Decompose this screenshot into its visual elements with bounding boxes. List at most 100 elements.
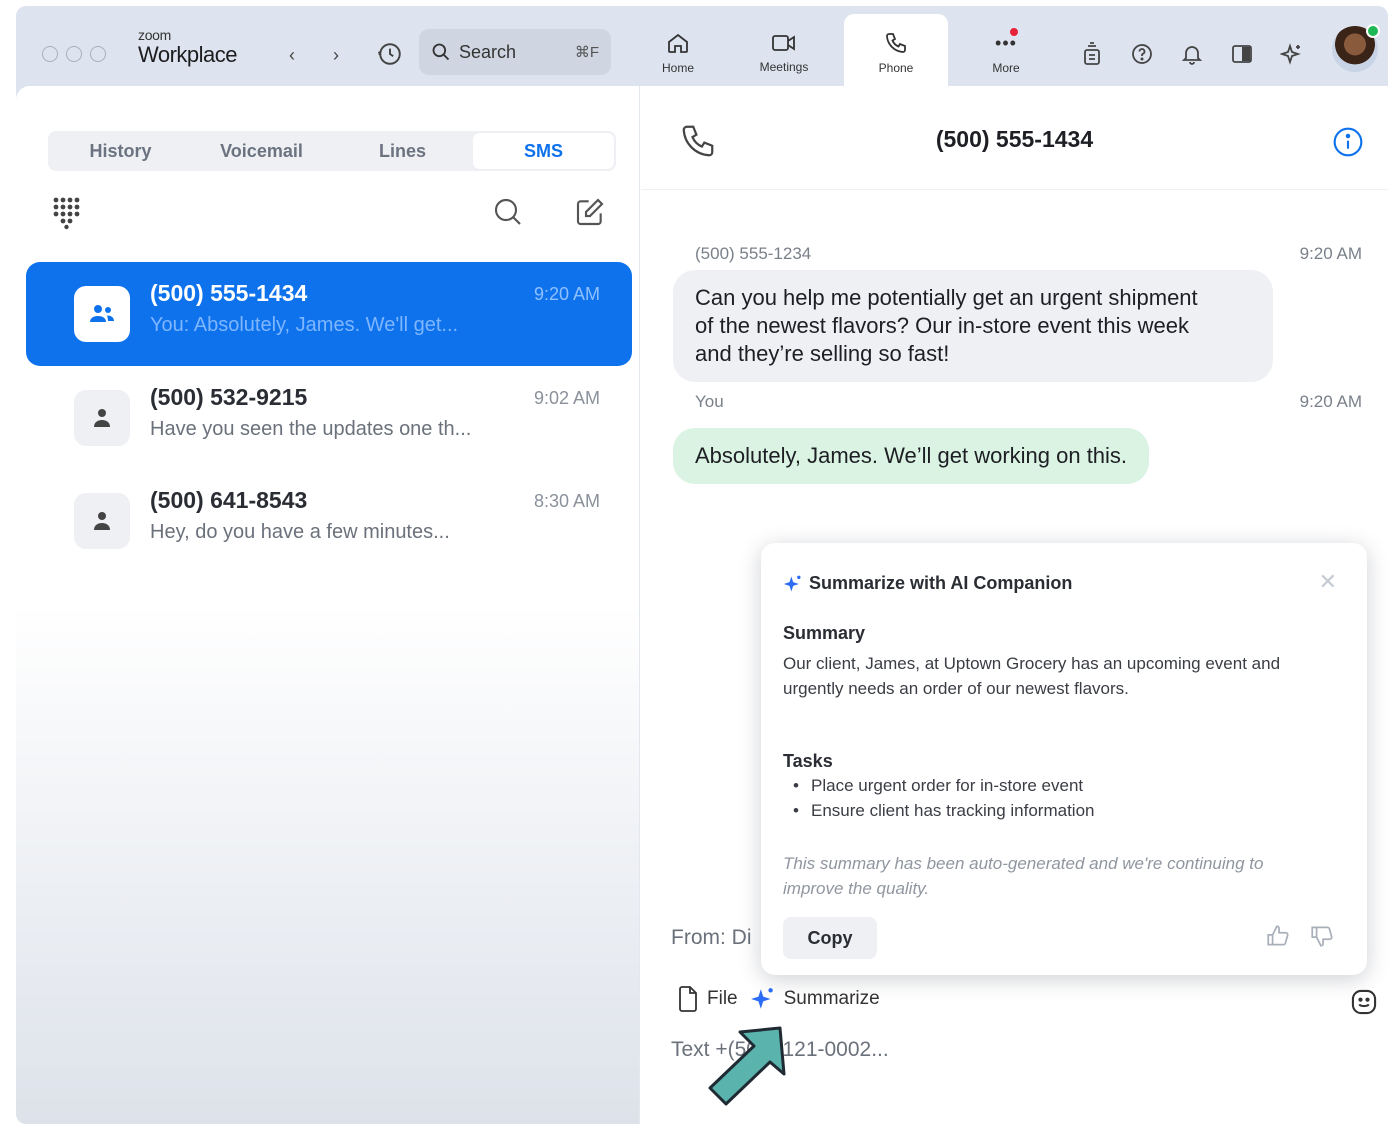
message-line: Can you help me potentially get an urgen… (695, 285, 1198, 310)
minimize-window-button[interactable] (66, 46, 82, 62)
conversation-item[interactable]: (500) 532-9215 9:02 AM Have you seen the… (26, 366, 632, 470)
history-icon (377, 43, 401, 65)
tab-lines[interactable]: Lines (332, 133, 473, 169)
notification-dot (1010, 28, 1018, 36)
group-icon (90, 305, 114, 322)
help-icon (1132, 44, 1152, 64)
nav-more[interactable]: ••• More (956, 14, 1056, 92)
phone-tabs: History Voicemail Lines SMS (48, 131, 616, 171)
message-sender: (500) 555-1234 (695, 244, 812, 263)
chevron-left-icon: ‹ (289, 44, 295, 65)
dialpad-icon[interactable] (52, 196, 80, 230)
help-button[interactable] (1124, 36, 1160, 72)
copy-button[interactable]: Copy (783, 917, 877, 959)
conversation-item[interactable]: (500) 555-1434 9:20 AM You: Absolutely, … (26, 262, 632, 366)
brand-name: Workplace (138, 42, 238, 67)
emoji-icon[interactable] (1350, 988, 1378, 1016)
nav-meetings[interactable]: Meetings (734, 14, 834, 92)
video-icon (772, 35, 795, 51)
attach-file-button[interactable]: File (677, 986, 738, 1012)
conversation-time: 8:30 AM (533, 491, 600, 511)
home-icon (668, 33, 688, 53)
zoom-window-button[interactable] (90, 46, 106, 62)
thumbs-up-icon[interactable] (1265, 923, 1291, 949)
from-label: From: Di (671, 926, 752, 949)
recent-history-button[interactable] (372, 36, 408, 72)
compose-icon[interactable] (574, 196, 606, 228)
thumbs-down-icon[interactable] (1309, 923, 1335, 949)
conversation-item[interactable]: (500) 641-8543 8:30 AM Hey, do you have … (26, 469, 632, 573)
tab-sms[interactable]: SMS (473, 133, 614, 169)
file-icon (679, 986, 697, 1012)
conversation-time: 9:02 AM (533, 388, 600, 408)
page: zoom Workplace ‹ › Search ⌘F Home Meetin… (0, 0, 1388, 1129)
summary-heading: Summary (783, 623, 866, 643)
close-icon[interactable]: ✕ (1319, 569, 1337, 595)
brand-small: zoom (138, 27, 172, 43)
conversation-preview: You: Absolutely, James. We'll get... (150, 314, 459, 336)
close-window-button[interactable] (42, 46, 58, 62)
app-window: zoom Workplace ‹ › Search ⌘F Home Meetin… (16, 6, 1388, 1124)
sparkle-icon (1280, 43, 1301, 65)
bell-icon (1181, 46, 1203, 65)
phone-icon (886, 33, 906, 53)
notifications-button[interactable] (1174, 36, 1210, 72)
message-line: and they’re selling so fast! (695, 341, 950, 366)
info-icon[interactable] (1332, 126, 1364, 158)
nav-meetings-label: Meetings (759, 60, 809, 74)
ai-panel-title-text: Summarize with AI Companion (809, 573, 1073, 593)
search-icon[interactable] (492, 196, 524, 228)
conversation-preview: Have you seen the updates one th... (150, 418, 472, 440)
conversation-list-pane: History Voicemail Lines SMS (500) 555-14… (16, 86, 640, 1124)
conversation-name: (500) 641-8543 (150, 487, 308, 513)
ai-disclaimer: This summary has been auto-generated and… (783, 854, 1264, 898)
contact-avatar (74, 390, 130, 446)
contacts-icon (1084, 42, 1100, 65)
task-list: Place urgent order for in-store event En… (783, 773, 1094, 823)
nav-phone[interactable]: Phone (844, 14, 948, 92)
message-time: 9:20 AM (1299, 244, 1362, 263)
person-icon (94, 512, 110, 530)
message-time: 9:20 AM (1299, 392, 1362, 411)
composer-toolbar: File Summarize (677, 986, 880, 1012)
message-line: Absolutely, James. We’ll get working on … (695, 443, 1128, 468)
tab-voicemail[interactable]: Voicemail (191, 133, 332, 169)
task-item: Ensure client has tracking information (783, 798, 1094, 823)
task-item: Place urgent order for in-store event (783, 773, 1094, 798)
ai-panel-title: Summarize with AI Companion (783, 573, 1072, 594)
message-sender: You (695, 392, 724, 411)
search-input[interactable]: Search ⌘F (419, 29, 611, 75)
nav-home[interactable]: Home (628, 14, 728, 92)
conversation-time: 9:20 AM (533, 284, 600, 304)
search-placeholder: Search (459, 41, 517, 62)
nav-home-label: Home (661, 61, 694, 75)
online-status-dot (1366, 24, 1380, 38)
contact-avatar (74, 493, 130, 549)
side-panel-button[interactable] (1224, 36, 1260, 72)
person-icon (94, 409, 110, 427)
ai-companion-button[interactable] (1274, 36, 1310, 72)
forward-button[interactable]: › (322, 40, 350, 70)
summary-text: Our client, James, at Uptown Grocery has… (783, 654, 1281, 698)
tab-history[interactable]: History (50, 133, 191, 169)
file-label: File (707, 988, 738, 1009)
outgoing-message-bubble: Absolutely, James. We’ll get working on … (673, 428, 1150, 484)
chat-title: (500) 555-1434 (935, 126, 1094, 152)
split-panel-icon (1232, 45, 1252, 63)
summarize-button[interactable]: Summarize (750, 986, 880, 1012)
summarize-label: Summarize (783, 988, 880, 1009)
window-controls (42, 46, 106, 62)
chat-header: (500) 555-1434 (641, 86, 1388, 190)
ai-sparkle-icon (783, 575, 801, 591)
contacts-button[interactable] (1074, 36, 1110, 72)
user-avatar[interactable] (1332, 24, 1380, 72)
ai-summary-panel: Summarize with AI Companion ✕ Summary Ou… (761, 543, 1367, 975)
conversation-preview: Hey, do you have a few minutes... (150, 521, 450, 543)
pointer-arrow (708, 1026, 786, 1106)
list-toolbar (52, 194, 612, 234)
ai-sparkle-icon (750, 988, 773, 1009)
back-button[interactable]: ‹ (278, 40, 306, 70)
group-avatar (74, 286, 130, 342)
search-shortcut: ⌘F (574, 44, 599, 61)
incoming-message-bubble: Can you help me potentially get an urgen… (673, 270, 1273, 382)
